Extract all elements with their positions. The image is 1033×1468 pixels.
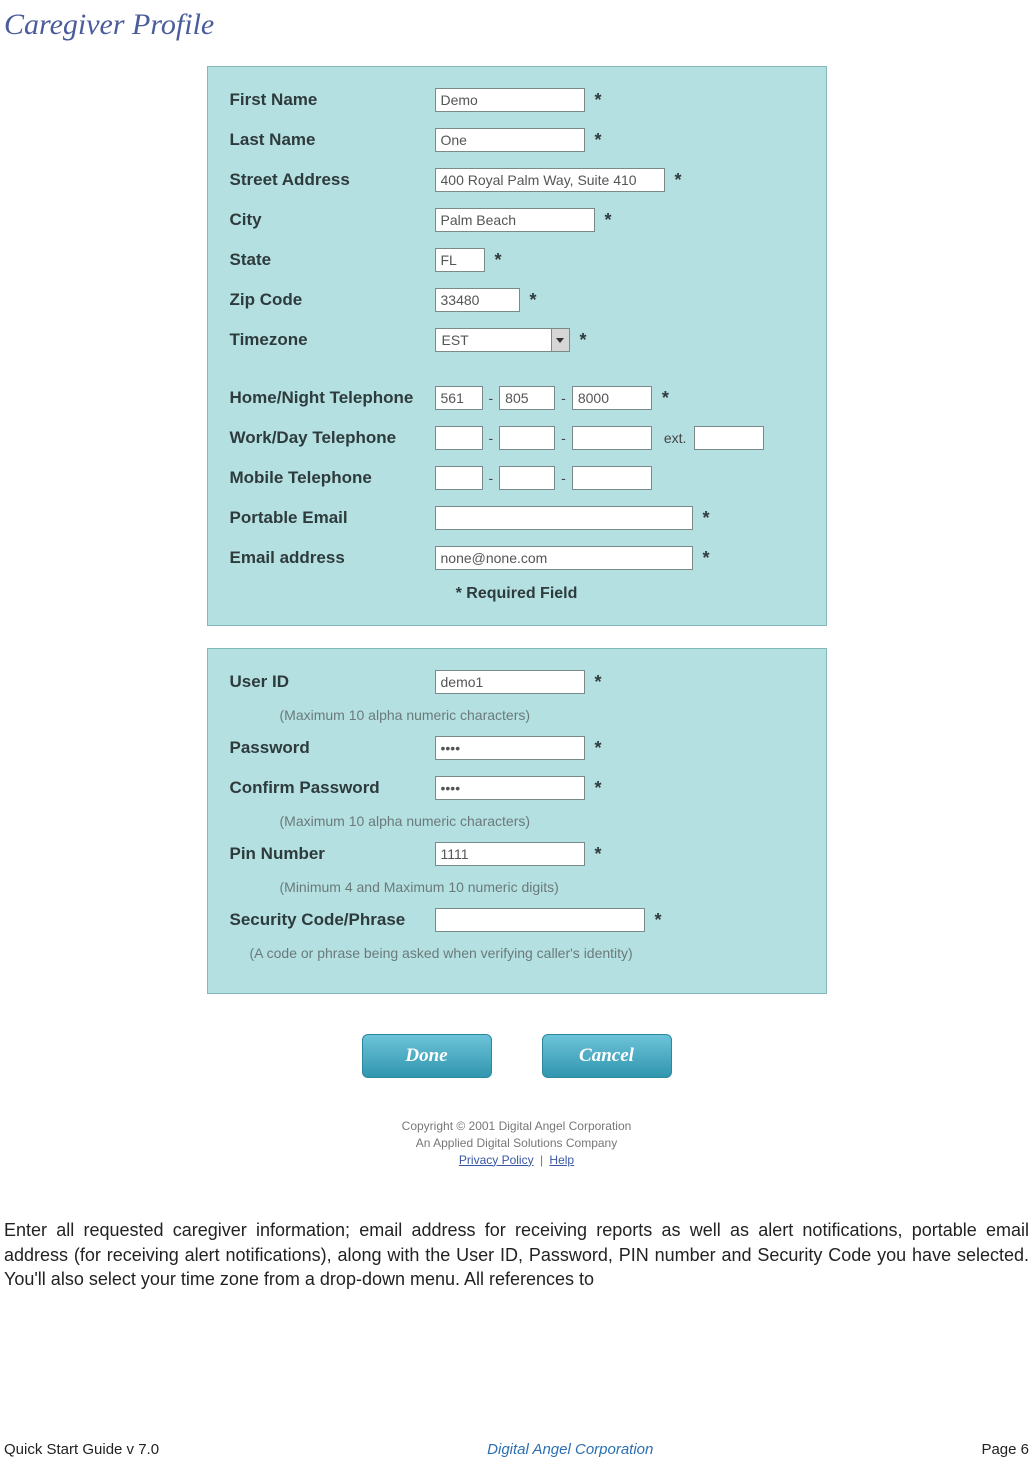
page-footer: Quick Start Guide v 7.0 Digital Angel Co… (4, 1441, 1029, 1458)
mobile-phone-prefix-input[interactable] (499, 466, 555, 490)
required-icon: * (675, 170, 682, 191)
work-phone-label: Work/Day Telephone (230, 428, 435, 448)
chevron-down-icon[interactable] (551, 329, 569, 351)
privacy-policy-link[interactable]: Privacy Policy (459, 1153, 534, 1167)
state-label: State (230, 250, 435, 270)
security-code-input[interactable] (435, 908, 645, 932)
required-icon: * (605, 210, 612, 231)
street-address-label: Street Address (230, 170, 435, 190)
city-input[interactable] (435, 208, 595, 232)
city-label: City (230, 210, 435, 230)
footer-right: Page 6 (981, 1441, 1029, 1458)
required-field-note: * Required Field (230, 585, 804, 603)
page-title: Caregiver Profile (4, 8, 1033, 42)
cancel-button[interactable]: Cancel (542, 1034, 672, 1078)
pin-input[interactable] (435, 842, 585, 866)
required-icon: * (662, 388, 669, 409)
timezone-label: Timezone (230, 330, 435, 350)
done-button[interactable]: Done (362, 1034, 492, 1078)
mobile-phone-line-input[interactable] (572, 466, 652, 490)
dash-icon: - (561, 390, 566, 406)
profile-panel: First Name * Last Name * Street Address … (207, 66, 827, 626)
confirm-password-label: Confirm Password (230, 778, 435, 798)
work-phone-prefix-input[interactable] (499, 426, 555, 450)
mobile-phone-label: Mobile Telephone (230, 468, 435, 488)
required-icon: * (595, 672, 602, 693)
copyright-line2: An Applied Digital Solutions Company (207, 1135, 827, 1152)
copyright-line1: Copyright © 2001 Digital Angel Corporati… (207, 1118, 827, 1135)
password-input[interactable] (435, 736, 585, 760)
pin-label: Pin Number (230, 844, 435, 864)
required-icon: * (703, 508, 710, 529)
ext-label: ext. (664, 430, 687, 446)
copyright-block: Copyright © 2001 Digital Angel Corporati… (207, 1118, 827, 1168)
required-icon: * (595, 778, 602, 799)
footer-left: Quick Start Guide v 7.0 (4, 1441, 159, 1458)
required-icon: * (595, 844, 602, 865)
required-icon: * (595, 738, 602, 759)
home-phone-area-input[interactable] (435, 386, 483, 410)
dash-icon: - (561, 470, 566, 486)
required-icon: * (595, 90, 602, 111)
email-address-label: Email address (230, 548, 435, 568)
portable-email-label: Portable Email (230, 508, 435, 528)
confirm-hint: (Maximum 10 alpha numeric characters) (280, 813, 804, 829)
work-phone-ext-input[interactable] (694, 426, 764, 450)
password-label: Password (230, 738, 435, 758)
user-id-label: User ID (230, 672, 435, 692)
confirm-password-input[interactable] (435, 776, 585, 800)
security-code-label: Security Code/Phrase (230, 910, 435, 930)
required-icon: * (580, 330, 587, 351)
home-phone-label: Home/Night Telephone (230, 388, 435, 408)
state-input[interactable] (435, 248, 485, 272)
required-icon: * (530, 290, 537, 311)
dash-icon: - (489, 430, 494, 446)
required-icon: * (495, 250, 502, 271)
required-icon: * (703, 548, 710, 569)
home-phone-prefix-input[interactable] (499, 386, 555, 410)
timezone-value: EST (436, 329, 551, 351)
portable-email-input[interactable] (435, 506, 693, 530)
work-phone-area-input[interactable] (435, 426, 483, 450)
timezone-select[interactable]: EST (435, 328, 570, 352)
security-code-hint: (A code or phrase being asked when verif… (250, 945, 804, 961)
first-name-input[interactable] (435, 88, 585, 112)
mobile-phone-area-input[interactable] (435, 466, 483, 490)
instruction-paragraph: Enter all requested caregiver informatio… (4, 1218, 1029, 1291)
required-icon: * (655, 910, 662, 931)
first-name-label: First Name (230, 90, 435, 110)
pin-hint: (Minimum 4 and Maximum 10 numeric digits… (280, 879, 804, 895)
zip-code-input[interactable] (435, 288, 520, 312)
work-phone-line-input[interactable] (572, 426, 652, 450)
help-link[interactable]: Help (549, 1153, 574, 1167)
email-address-input[interactable] (435, 546, 693, 570)
dash-icon: - (489, 470, 494, 486)
home-phone-line-input[interactable] (572, 386, 652, 410)
user-id-hint: (Maximum 10 alpha numeric characters) (280, 707, 804, 723)
required-icon: * (595, 130, 602, 151)
footer-center: Digital Angel Corporation (487, 1441, 653, 1458)
street-address-input[interactable] (435, 168, 665, 192)
credentials-panel: User ID * (Maximum 10 alpha numeric char… (207, 648, 827, 994)
last-name-label: Last Name (230, 130, 435, 150)
dash-icon: - (561, 430, 566, 446)
zip-code-label: Zip Code (230, 290, 435, 310)
footer-link-separator: | (540, 1153, 543, 1167)
dash-icon: - (489, 390, 494, 406)
user-id-input[interactable] (435, 670, 585, 694)
last-name-input[interactable] (435, 128, 585, 152)
